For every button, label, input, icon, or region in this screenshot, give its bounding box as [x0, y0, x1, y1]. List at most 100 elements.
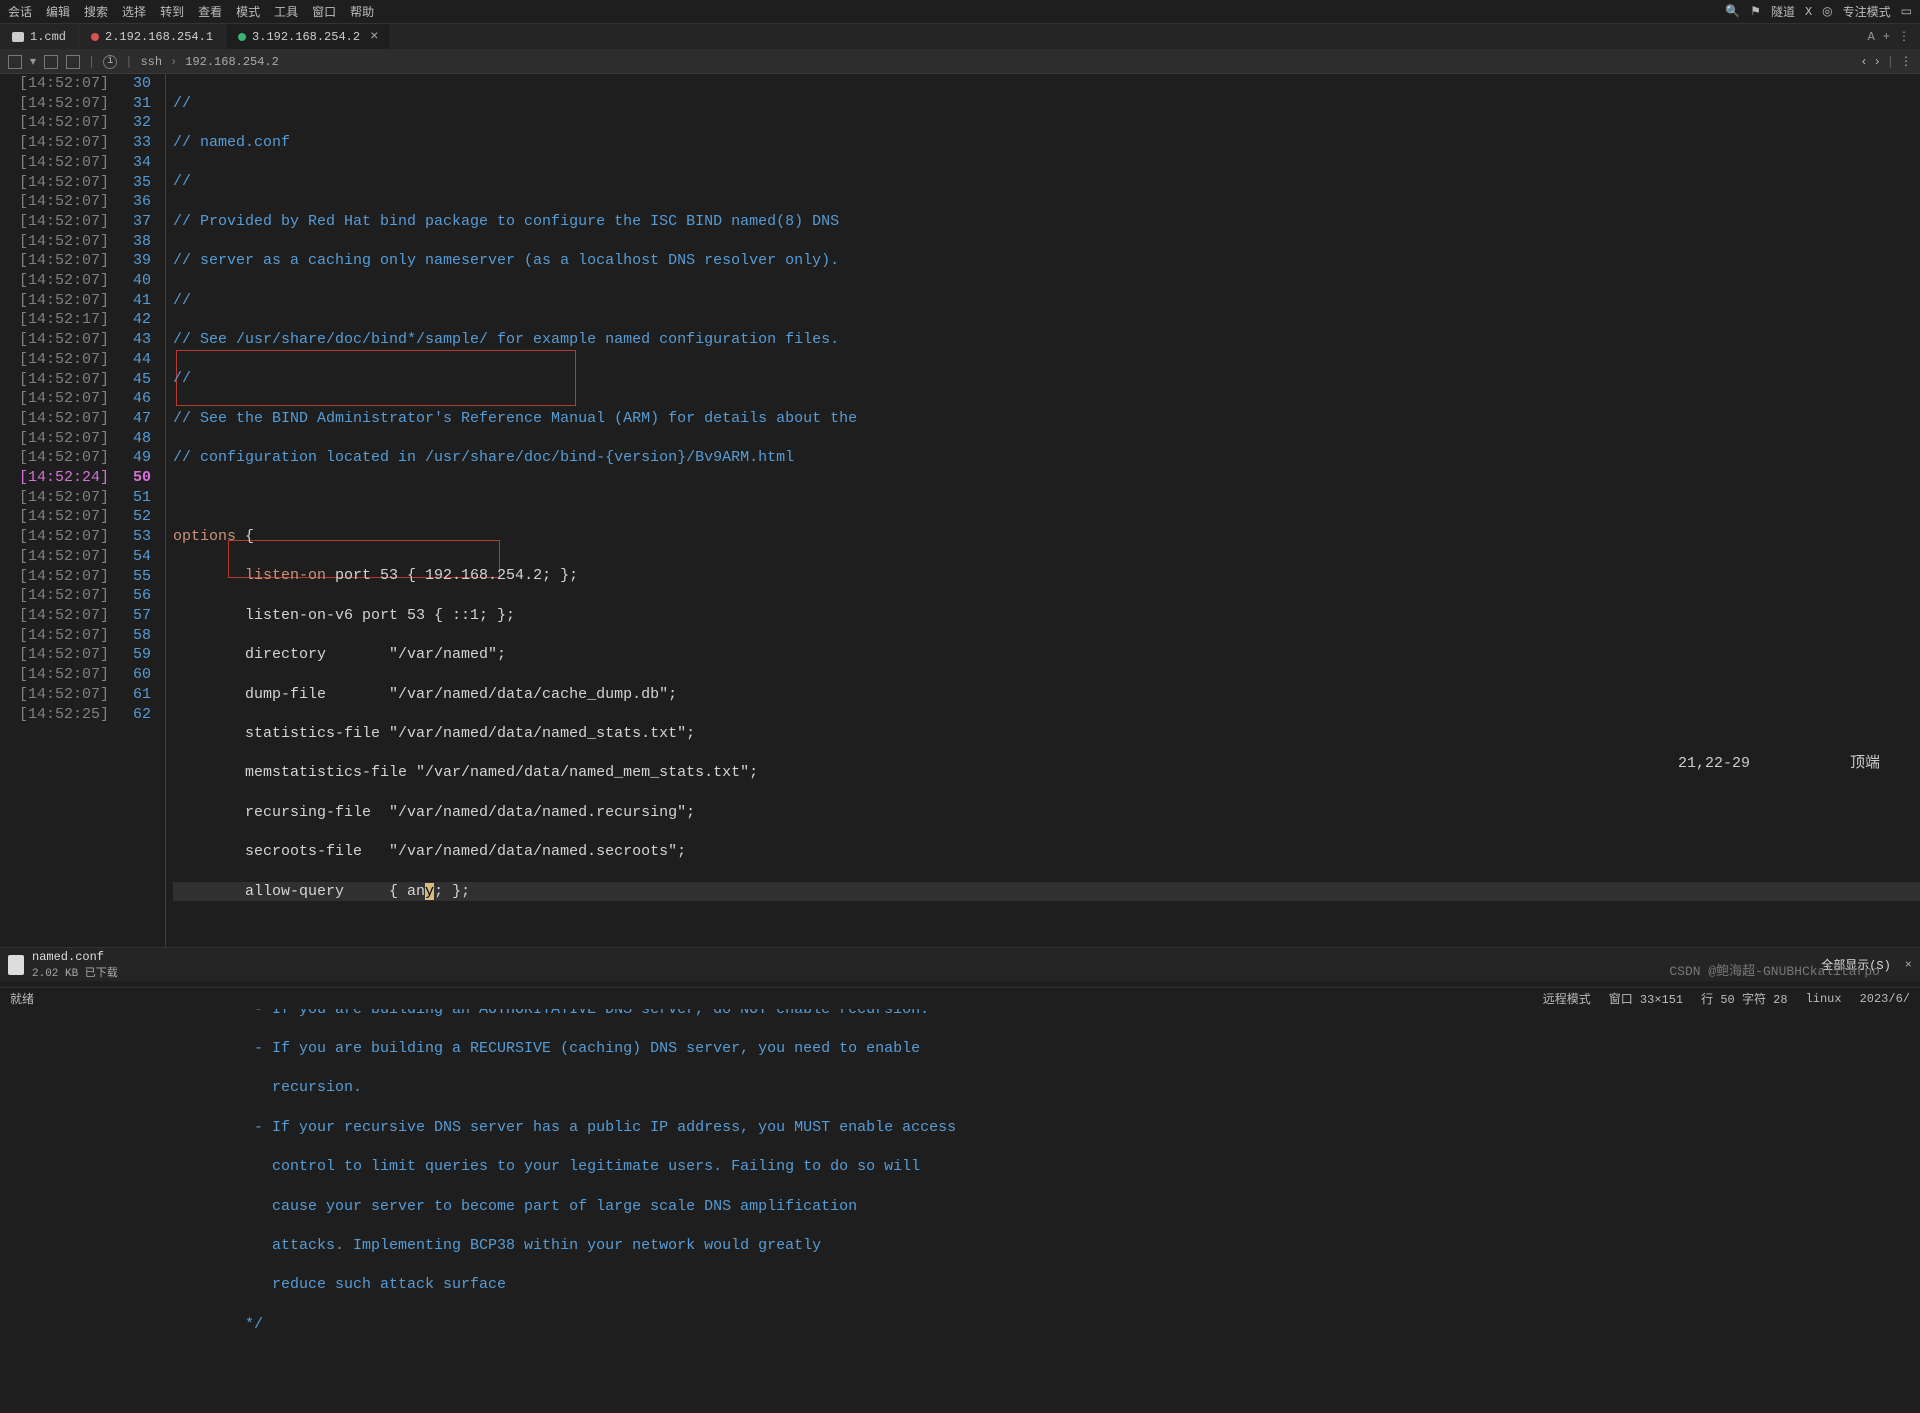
download-filename: named.conf	[32, 950, 118, 964]
target-icon[interactable]: ◎	[1822, 4, 1832, 19]
chevron-down-icon[interactable]: ▾	[30, 54, 36, 69]
cursor: y	[425, 883, 434, 900]
download-bar: named.conf 2.02 KB 已下载 全部显示(S) ×	[0, 947, 1920, 981]
menu-mode[interactable]: 模式	[236, 3, 260, 20]
indent-guide	[161, 74, 173, 974]
tab-host1-label: 2.192.168.254.1	[105, 30, 213, 44]
code-line: // Provided by Red Hat bind package to c…	[173, 213, 839, 230]
code-line: //	[173, 292, 191, 309]
close-download-icon[interactable]: ×	[1905, 958, 1912, 972]
crumb-ssh[interactable]: ssh	[140, 55, 162, 69]
menu-edit[interactable]: 编辑	[46, 3, 70, 20]
menu-focus[interactable]: 专注模式	[1843, 3, 1891, 20]
status-dot-red-icon	[91, 33, 99, 41]
menu-right: 🔍 ⚑ 隧道 X ◎ 专注模式 ▭	[1725, 3, 1912, 20]
code-line: recursing-file "/var/named/data/named.re…	[173, 804, 695, 821]
file-icon	[8, 955, 24, 975]
code-line: statistics-file "/var/named/data/named_s…	[173, 725, 695, 742]
code-line: memstatistics-file "/var/named/data/name…	[173, 764, 758, 781]
close-icon[interactable]: ×	[370, 29, 378, 45]
code-line: dump-file "/var/named/data/cache_dump.db…	[173, 686, 677, 703]
status-ready: 就绪	[10, 990, 34, 1007]
menu-session[interactable]: 会话	[8, 3, 32, 20]
code-listen-kw: listen-on	[245, 567, 326, 584]
nav-back-icon[interactable]: ‹	[1860, 55, 1867, 69]
code-line: control to limit queries to your legitim…	[173, 1158, 920, 1175]
code-line: */	[173, 1316, 263, 1333]
code-line: // server as a caching only nameserver (…	[173, 252, 839, 269]
info-icon[interactable]: i	[103, 55, 117, 69]
active-line: allow-query { any; };	[173, 882, 1920, 902]
code-line: - If you are building a RECURSIVE (cachi…	[173, 1040, 920, 1057]
code-line: // configuration located in /usr/share/d…	[173, 449, 794, 466]
tab-tools: A + ⋮	[1858, 24, 1920, 49]
download-info[interactable]: named.conf 2.02 KB 已下载	[32, 950, 118, 980]
menu-tools[interactable]: 工具	[274, 3, 298, 20]
status-window[interactable]: 窗口 33×151	[1609, 990, 1683, 1007]
code-line: // named.conf	[173, 134, 290, 151]
more-icon-2[interactable]: ⋮	[1900, 54, 1912, 69]
flag-icon[interactable]: ⚑	[1750, 4, 1761, 19]
code-line: directory "/var/named";	[173, 646, 506, 663]
code-line: - If your recursive DNS server has a pub…	[173, 1119, 956, 1136]
status-bar: 就绪 远程模式 窗口 33×151 行 50 字符 28 linux 2023/…	[0, 987, 1920, 1009]
menu-view[interactable]: 查看	[198, 3, 222, 20]
code-line: // See the BIND Administrator's Referenc…	[173, 410, 857, 427]
show-all-button[interactable]: 全部显示(S)	[1821, 956, 1891, 973]
code-line: //	[173, 173, 191, 190]
crumb-addr[interactable]: 192.168.254.2	[185, 55, 279, 69]
code-line: recursion.	[173, 1079, 362, 1096]
menu-help[interactable]: 帮助	[350, 3, 374, 20]
menu-goto[interactable]: 转到	[160, 3, 184, 20]
line-number-gutter: 3031323334353637383940414243444546474849…	[115, 74, 161, 974]
timestamp-column: [14:52:07][14:52:07][14:52:07][14:52:07]…	[0, 74, 115, 974]
tab-cmd-label: 1.cmd	[30, 30, 66, 44]
status-date: 2023/6/	[1860, 992, 1910, 1006]
status-rowcol[interactable]: 行 50 字符 28	[1701, 990, 1787, 1007]
vim-mode: 顶端	[1850, 754, 1880, 774]
panel-icon-3[interactable]	[66, 55, 80, 69]
tab-host2-label: 3.192.168.254.2	[252, 30, 360, 44]
code-line: // See /usr/share/doc/bind*/sample/ for …	[173, 331, 839, 348]
code-line: secroots-file "/var/named/data/named.sec…	[173, 843, 686, 860]
chevron-right-icon: ›	[170, 55, 177, 69]
menu-search[interactable]: 搜索	[84, 3, 108, 20]
nav-fwd-icon[interactable]: ›	[1874, 55, 1881, 69]
search-icon[interactable]: 🔍	[1725, 4, 1740, 19]
toolbar: ▾ | i | ssh › 192.168.254.2 ‹ › | ⋮	[0, 50, 1920, 74]
code-line: //	[173, 95, 191, 112]
menu-x[interactable]: X	[1805, 5, 1812, 19]
tab-bar: 1.cmd 2.192.168.254.1 3.192.168.254.2 × …	[0, 24, 1920, 50]
editor[interactable]: [14:52:07][14:52:07][14:52:07][14:52:07]…	[0, 74, 1920, 974]
panel-icon-1[interactable]	[8, 55, 22, 69]
status-remote[interactable]: 远程模式	[1543, 990, 1591, 1007]
vim-status: 21,22-29 顶端	[1678, 754, 1880, 774]
tab-host2[interactable]: 3.192.168.254.2 ×	[226, 24, 391, 49]
add-tab-icon[interactable]: +	[1883, 30, 1890, 44]
code-area[interactable]: // // named.conf // // Provided by Red H…	[173, 74, 1920, 974]
code-options-kw: options	[173, 528, 236, 545]
menu-window[interactable]: 窗口	[312, 3, 336, 20]
status-dot-green-icon	[238, 33, 246, 41]
more-icon[interactable]: ⋮	[1898, 29, 1910, 44]
tab-host1[interactable]: 2.192.168.254.1	[79, 24, 226, 49]
tab-cmd[interactable]: 1.cmd	[0, 24, 79, 49]
menu-left: 会话 编辑 搜索 选择 转到 查看 模式 工具 窗口 帮助	[8, 3, 374, 20]
menu-tunnel[interactable]: 隧道	[1771, 3, 1795, 20]
menu-bar: 会话 编辑 搜索 选择 转到 查看 模式 工具 窗口 帮助 🔍 ⚑ 隧道 X ◎…	[0, 0, 1920, 24]
download-meta: 2.02 KB 已下载	[32, 964, 118, 980]
code-line: port 53 { 192.168.254.2; };	[326, 567, 578, 584]
status-lang[interactable]: linux	[1806, 992, 1842, 1006]
vim-position: 21,22-29	[1678, 754, 1750, 774]
menu-select[interactable]: 选择	[122, 3, 146, 20]
code-line: cause your server to become part of larg…	[173, 1198, 857, 1215]
code-line: listen-on-v6 port 53 { ::1; };	[173, 607, 515, 624]
cmd-icon	[12, 32, 24, 42]
font-size-icon[interactable]: A	[1868, 30, 1875, 44]
code-line: //	[173, 370, 191, 387]
code-line: {	[236, 528, 254, 545]
code-line: reduce such attack surface	[173, 1276, 506, 1293]
square-icon[interactable]: ▭	[1901, 4, 1912, 19]
code-line: attacks. Implementing BCP38 within your …	[173, 1237, 821, 1254]
panel-icon-2[interactable]	[44, 55, 58, 69]
